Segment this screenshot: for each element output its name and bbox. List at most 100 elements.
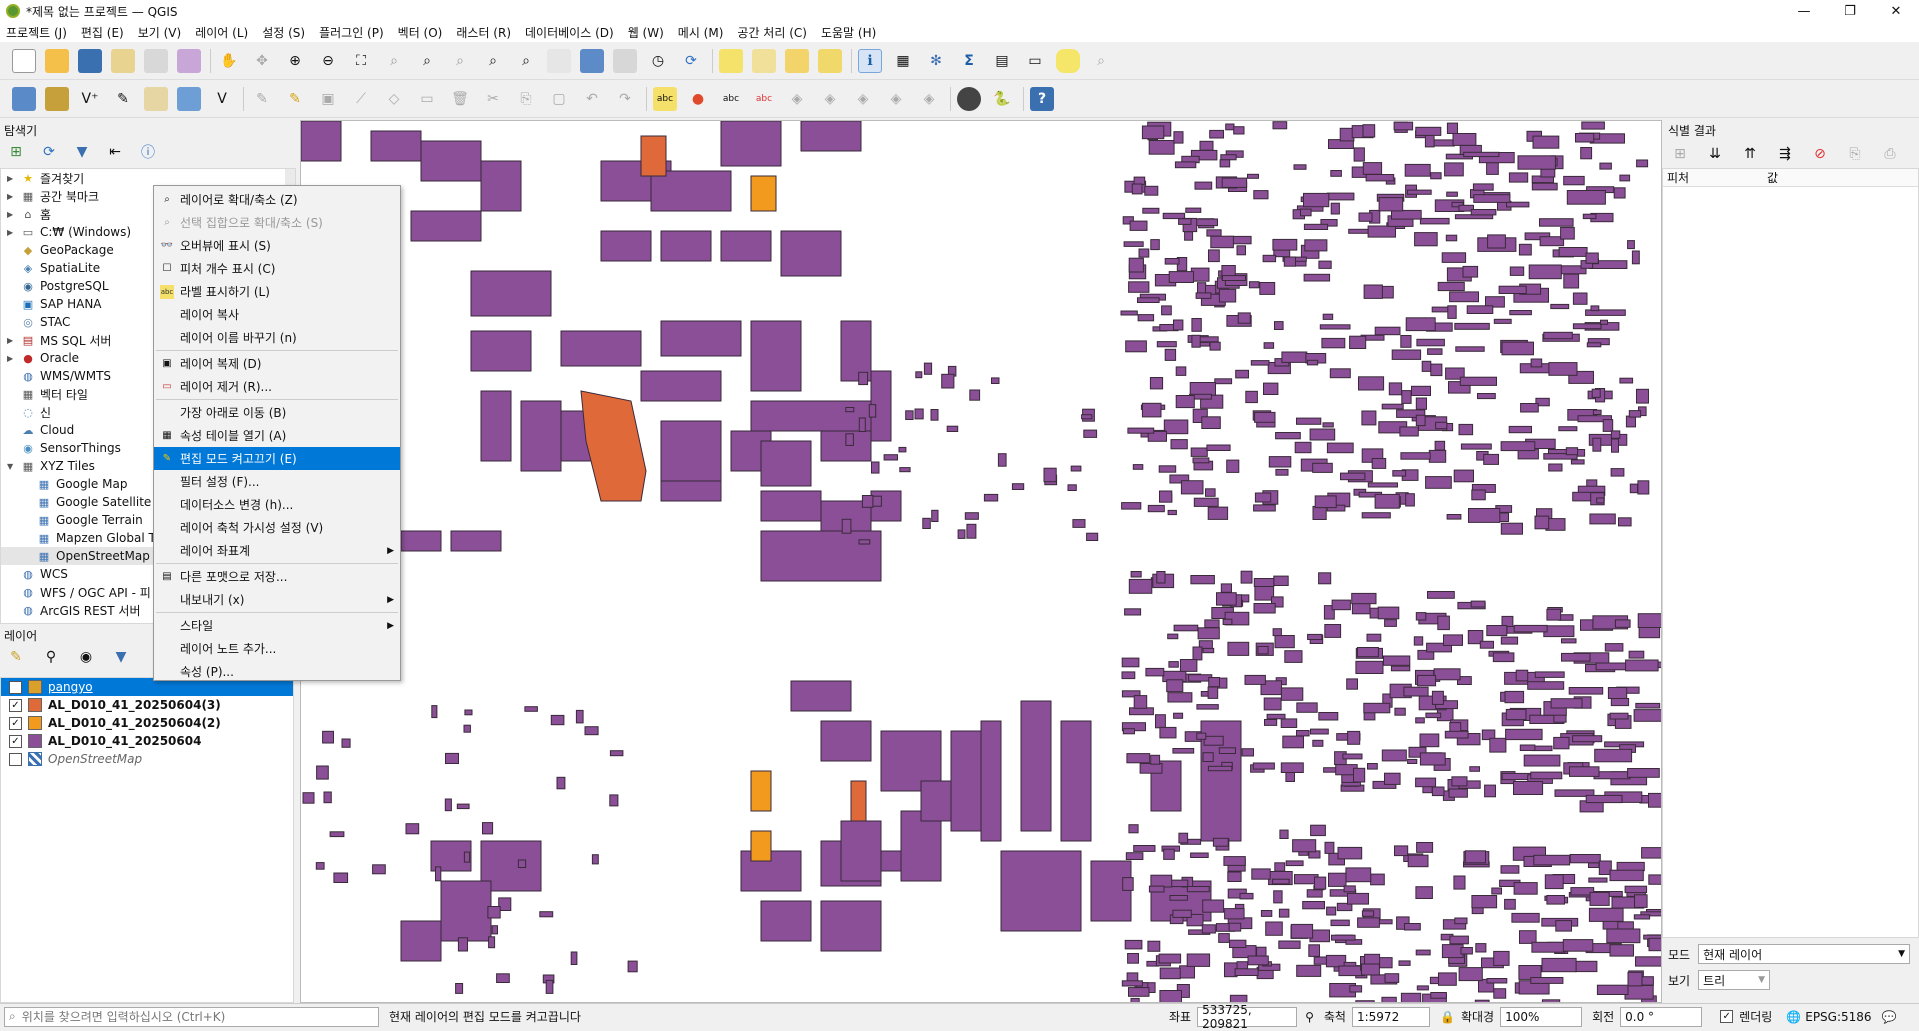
select-by-location-icon[interactable] bbox=[818, 48, 842, 73]
print-layout-icon[interactable] bbox=[144, 48, 168, 73]
context-menu-item[interactable]: ⌕ 선택 집합으로 확대/축소 (S) bbox=[154, 211, 400, 234]
render-checkbox[interactable]: ✓ bbox=[1720, 1010, 1734, 1023]
label-toolbar-icon[interactable]: abc bbox=[653, 86, 677, 111]
layer-visibility-checkbox[interactable]: ✓ bbox=[9, 698, 22, 712]
minimize-icon[interactable]: — bbox=[1781, 0, 1827, 22]
expand-arrow-icon[interactable]: ▶ bbox=[7, 228, 17, 237]
change-label-icon[interactable]: ◈ bbox=[917, 87, 941, 111]
menu-plugins[interactable]: 플러그인 (P) bbox=[319, 24, 384, 41]
show-hide-label-icon[interactable]: ◈ bbox=[818, 87, 842, 111]
context-menu-item[interactable]: abc 라벨 표시하기 (L) bbox=[154, 280, 400, 303]
help-icon[interactable]: ? bbox=[1030, 86, 1054, 111]
menu-mesh[interactable]: 메시 (M) bbox=[678, 24, 724, 41]
layer-row[interactable]: ✓ AL_D010_41_20250604(3) bbox=[1, 696, 293, 714]
coord-field[interactable]: 533725, 209821 bbox=[1197, 1003, 1298, 1031]
temporal-icon[interactable]: ◷ bbox=[646, 49, 670, 73]
expand-arrow-icon[interactable]: ▶ bbox=[7, 354, 17, 363]
edits-icon[interactable]: ✎ bbox=[250, 87, 274, 111]
new-project-icon[interactable] bbox=[12, 48, 36, 73]
zoom-last-icon[interactable]: ⌕ bbox=[481, 49, 505, 73]
visibility-icon[interactable]: ◉ bbox=[78, 649, 94, 665]
context-menu-item[interactable]: ▦ 속성 테이블 열기 (A) bbox=[154, 424, 400, 447]
redo-icon[interactable]: ↷ bbox=[613, 87, 637, 111]
label-red-icon[interactable]: abc bbox=[752, 87, 776, 111]
new-map-view-icon[interactable] bbox=[547, 48, 571, 73]
statistics-icon[interactable]: Σ bbox=[957, 49, 981, 73]
layer-visibility-checkbox[interactable]: ✓ bbox=[9, 716, 22, 730]
annotation-icon[interactable] bbox=[1056, 48, 1080, 73]
pan-icon[interactable]: ✋ bbox=[217, 49, 241, 73]
coord-toggle-icon[interactable]: ⚲ bbox=[1305, 1010, 1314, 1024]
rotation-spin[interactable]: 0.0 ° bbox=[1620, 1006, 1703, 1027]
maximize-icon[interactable]: ❐ bbox=[1827, 0, 1873, 22]
expand-new-icon[interactable]: ⇶ bbox=[1777, 146, 1793, 162]
select-by-value-icon[interactable] bbox=[752, 48, 776, 73]
map-canvas[interactable] bbox=[300, 120, 1662, 1003]
open-style-icon[interactable]: ✎ bbox=[8, 649, 24, 665]
context-menu-item[interactable]: ▣ 레이어 복제 (D) bbox=[154, 352, 400, 375]
identify-icon[interactable]: ℹ bbox=[858, 48, 882, 73]
plugin-globe-icon[interactable] bbox=[957, 86, 981, 111]
add-selected-icon[interactable]: ⊞ bbox=[8, 144, 24, 160]
show-bookmarks-icon[interactable] bbox=[613, 48, 637, 73]
context-menu-item[interactable]: ⌕ 레이어로 확대/축소 (Z) bbox=[154, 188, 400, 211]
print-icon[interactable]: ⎙ bbox=[1882, 146, 1898, 162]
add-feature-icon[interactable]: ⟋ bbox=[349, 87, 373, 111]
virtual-layer-icon[interactable] bbox=[177, 86, 201, 111]
temp-layer-icon[interactable] bbox=[144, 86, 168, 111]
zoom-full-icon[interactable]: ⛶ bbox=[349, 49, 373, 73]
python-icon[interactable]: 🐍 bbox=[990, 87, 1014, 111]
context-menu-item[interactable]: 레이어 노트 추가... bbox=[154, 637, 400, 660]
layer-row[interactable]: ✓ AL_D010_41_20250604 bbox=[1, 732, 293, 750]
expand-all-icon[interactable]: ⇊ bbox=[1707, 146, 1723, 162]
new-geopackage-icon[interactable] bbox=[45, 86, 69, 111]
expand-arrow-icon[interactable]: ▼ bbox=[7, 462, 17, 471]
layer-visibility-checkbox[interactable] bbox=[9, 752, 22, 766]
menu-settings[interactable]: 설정 (S) bbox=[262, 24, 305, 41]
context-menu-item[interactable]: 레이어 좌표계 ▶ bbox=[154, 539, 400, 562]
new-bookmark-icon[interactable] bbox=[580, 48, 604, 73]
digitize-icon[interactable]: ✎ bbox=[111, 87, 135, 111]
save-as-icon[interactable] bbox=[111, 48, 135, 73]
refresh-icon[interactable]: ⟳ bbox=[41, 144, 57, 160]
select-features-icon[interactable] bbox=[719, 48, 743, 73]
label-highlight-icon[interactable]: abc bbox=[719, 87, 743, 111]
clear-results-icon[interactable]: ⊘ bbox=[1812, 146, 1828, 162]
zoom-out-icon[interactable]: ⊖ bbox=[316, 49, 340, 73]
vertex-tool-icon[interactable]: ◇ bbox=[382, 87, 406, 111]
messages-icon[interactable]: 💬 bbox=[1882, 1010, 1897, 1024]
layer-visibility-checkbox[interactable]: ✓ bbox=[9, 734, 22, 748]
menu-processing[interactable]: 공간 처리 (C) bbox=[737, 24, 807, 41]
map-tips-icon[interactable]: ⌕ bbox=[1089, 49, 1113, 73]
close-icon[interactable]: ✕ bbox=[1873, 0, 1919, 22]
delete-selected-icon[interactable]: 🗑 bbox=[448, 87, 472, 111]
expand-arrow-icon[interactable]: ▶ bbox=[7, 174, 17, 183]
filter-legend-icon[interactable]: ▼ bbox=[113, 649, 129, 665]
context-menu-item[interactable]: 스타일 ▶ bbox=[154, 614, 400, 637]
context-menu-item[interactable]: 데이터소스 변경 (h)... bbox=[154, 493, 400, 516]
crs-button[interactable]: EPSG:5186 bbox=[1805, 1010, 1871, 1024]
attribute-table-icon[interactable]: ▦ bbox=[891, 49, 915, 73]
context-menu-item[interactable]: 필터 설정 (F)... bbox=[154, 470, 400, 493]
zoom-layer-icon[interactable]: ⌕ bbox=[415, 49, 439, 73]
menu-view[interactable]: 보기 (V) bbox=[138, 24, 181, 41]
vector-layer-icon[interactable]: V bbox=[210, 87, 234, 111]
menu-project[interactable]: 프로젝트 (J) bbox=[6, 24, 67, 41]
pin-label-icon[interactable]: ◈ bbox=[785, 87, 809, 111]
undo-icon[interactable]: ↶ bbox=[580, 87, 604, 111]
zoom-native-icon[interactable]: ⌕ bbox=[448, 49, 472, 73]
save-edits-icon[interactable]: ▣ bbox=[316, 87, 340, 111]
menu-help[interactable]: 도움말 (H) bbox=[821, 24, 876, 41]
scale-combo[interactable]: 1:5972 bbox=[1351, 1006, 1430, 1027]
paste-icon[interactable]: ▢ bbox=[547, 87, 571, 111]
menu-layer[interactable]: 레이어 (L) bbox=[195, 24, 248, 41]
collapse-all-icon[interactable]: ⇈ bbox=[1742, 146, 1758, 162]
open-project-icon[interactable] bbox=[45, 48, 69, 73]
expand-arrow-icon[interactable]: ▶ bbox=[7, 336, 17, 345]
context-menu-item[interactable]: 속성 (P)... bbox=[154, 660, 400, 683]
cut-icon[interactable]: ✂ bbox=[481, 87, 505, 111]
layer-visibility-checkbox[interactable]: ✓ bbox=[9, 680, 22, 694]
data-source-manager-icon[interactable] bbox=[12, 86, 36, 111]
modify-attributes-icon[interactable]: ▭ bbox=[415, 87, 439, 111]
copy-icon[interactable]: ⎘ bbox=[514, 87, 538, 111]
